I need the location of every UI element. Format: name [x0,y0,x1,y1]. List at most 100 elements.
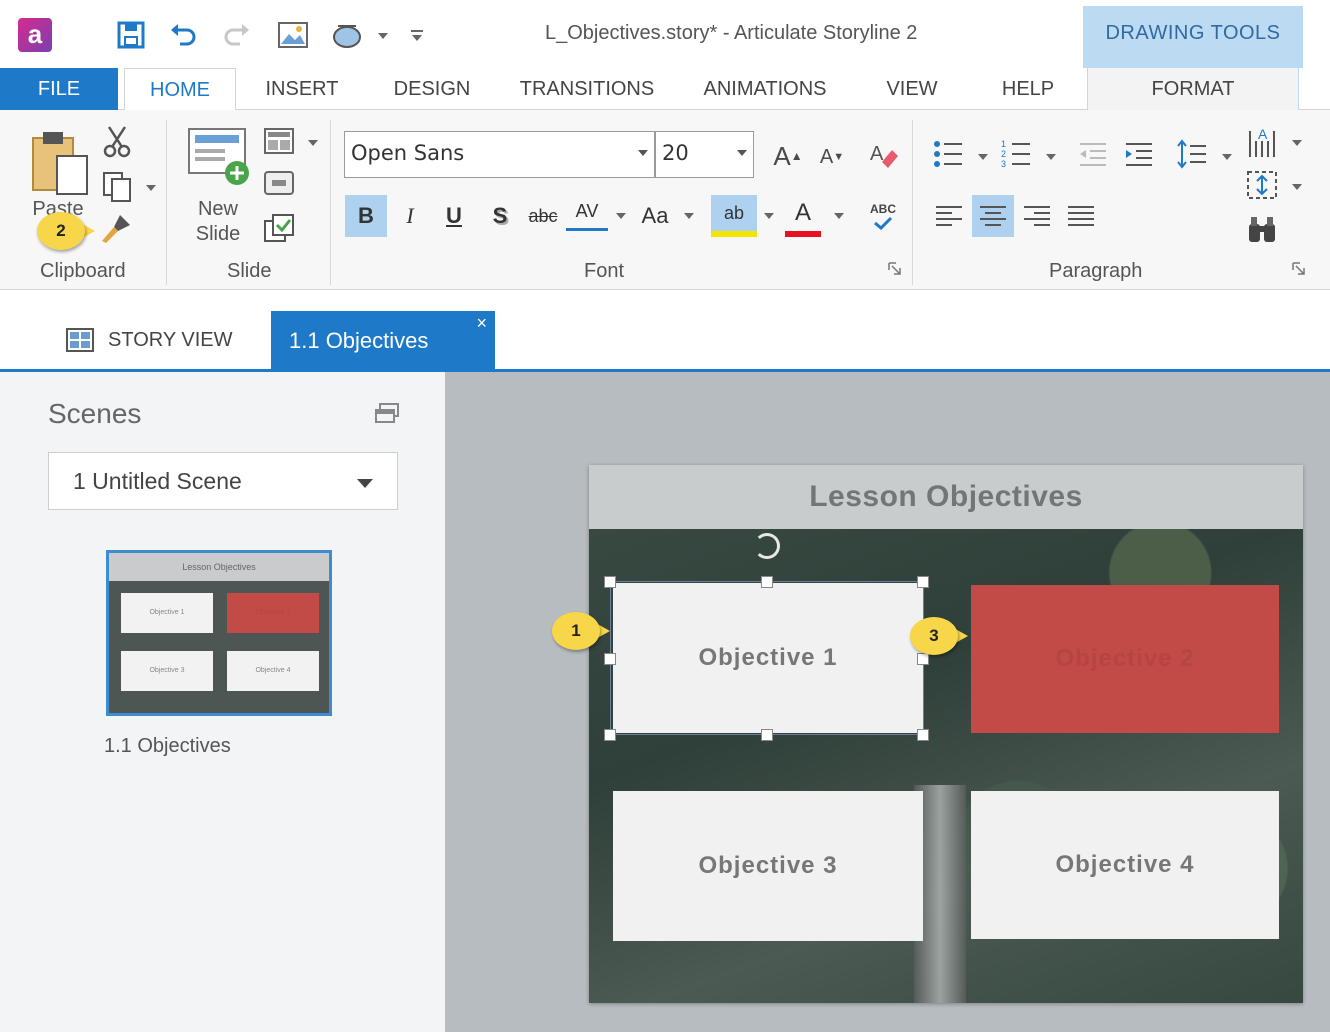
insert-picture-icon[interactable] [276,18,310,52]
new-slide-icon[interactable] [186,126,252,188]
customize-quick-access-icon[interactable] [400,18,434,52]
duplicate-slide-icon[interactable] [262,212,296,244]
tab-format[interactable]: FORMAT [1087,68,1299,110]
find-icon[interactable] [1244,212,1280,246]
change-case-button[interactable]: Aa [634,195,676,237]
resize-handle[interactable] [761,576,773,588]
resize-handle[interactable] [604,576,616,588]
cut-icon[interactable] [98,124,136,160]
line-spacing-dropdown-icon[interactable] [1222,154,1232,160]
new-slide-label-line2[interactable]: Slide [186,221,250,247]
close-tab-icon[interactable]: × [476,313,487,334]
tab-slide-objectives[interactable]: 1.1 Objectives × [271,311,495,372]
title-bar: a L_Objectives.story* - Articulate Story… [0,0,1330,68]
callout-2-number: 2 [37,212,85,250]
font-dialog-launcher-icon[interactable] [886,260,904,278]
resize-handle[interactable] [761,729,773,741]
paragraph-group-label: Paragraph [1049,260,1143,282]
tab-design[interactable]: DESIGN [378,68,486,110]
increase-indent-icon[interactable] [1120,136,1156,172]
preview-icon[interactable] [330,18,364,52]
resize-handle[interactable] [917,729,929,741]
scene-select[interactable]: 1 Untitled Scene [48,452,398,510]
font-family-select[interactable]: Open Sans [344,131,655,178]
layout-icon[interactable] [262,126,296,156]
decrease-indent-icon[interactable] [1074,136,1110,172]
tab-transitions[interactable]: TRANSITIONS [508,68,666,110]
save-icon[interactable] [114,18,148,52]
align-text-dropdown-icon[interactable] [1292,184,1302,190]
resize-handle[interactable] [604,653,616,665]
paste-icon[interactable] [28,124,92,202]
restore-panel-icon[interactable] [374,402,400,424]
bullets-icon[interactable] [930,136,966,172]
objective-4-button[interactable]: Objective 4 [971,791,1279,939]
layout-dropdown-icon[interactable] [308,140,318,146]
align-center-button[interactable] [972,195,1014,237]
font-family-value: Open Sans [351,141,465,165]
tab-insert[interactable]: INSERT [248,68,356,110]
copy-icon[interactable] [98,168,136,204]
thumbnail-caption: 1.1 Objectives [104,735,231,757]
change-case-dropdown-icon[interactable] [684,213,694,219]
thumbnail-objective-2: Objective 2 [227,593,319,633]
format-painter-icon[interactable] [96,210,136,246]
bold-button[interactable]: B [345,195,387,237]
tab-file[interactable]: FILE [0,68,118,110]
underline-button[interactable]: U [433,195,475,237]
paragraph-dialog-launcher-icon[interactable] [1290,260,1308,278]
slide-tab-label: 1.1 Objectives [289,328,429,353]
preview-dropdown-icon[interactable] [378,33,388,39]
text-shadow-button[interactable]: S [479,195,521,237]
redo-icon[interactable] [220,18,254,52]
story-view-label: STORY VIEW [108,328,233,351]
tab-view[interactable]: VIEW [868,68,956,110]
undo-icon[interactable] [166,18,200,52]
slide-thumbnail[interactable]: Lesson Objectives Objective 1 Objective … [106,550,332,716]
objective-3-button[interactable]: Objective 3 [613,791,923,941]
line-spacing-icon[interactable] [1174,136,1210,172]
ribbon-separator [912,120,913,285]
bullets-dropdown-icon[interactable] [978,154,988,160]
thumbnail-title: Lesson Objectives [109,553,329,581]
text-direction-dropdown-icon[interactable] [1292,140,1302,146]
selection-outline [610,581,924,735]
italic-button[interactable]: I [389,195,431,237]
slide-master-icon[interactable] [262,168,296,198]
highlight-color-button[interactable]: ab [711,195,757,237]
numbering-dropdown-icon[interactable] [1046,154,1056,160]
new-slide-label-line1[interactable]: New [186,196,250,222]
copy-dropdown-icon[interactable] [146,185,156,191]
slide-stage[interactable]: Lesson Objectives Objective 1 Objective … [589,465,1303,1003]
align-left-button[interactable] [928,195,970,237]
spell-check-button[interactable]: ABC [862,195,904,237]
grow-font-icon[interactable]: A ▲ [772,138,804,174]
align-right-button[interactable] [1016,195,1058,237]
slide-title[interactable]: Lesson Objectives [589,465,1303,529]
font-size-select[interactable]: 20 [655,131,754,178]
text-direction-icon[interactable]: A [1244,124,1280,160]
font-color-dropdown-icon[interactable] [834,213,844,219]
character-spacing-button[interactable]: AV [566,195,608,231]
font-color-button[interactable]: A [785,195,821,237]
highlight-dropdown-icon[interactable] [764,213,774,219]
resize-handle[interactable] [917,576,929,588]
character-spacing-dropdown-icon[interactable] [616,213,626,219]
svg-text:2: 2 [1001,149,1006,159]
svg-text:3: 3 [1001,159,1006,169]
callout-3-number: 3 [910,617,958,655]
clear-formatting-icon[interactable]: A [866,138,902,174]
rotate-handle-icon[interactable] [754,533,780,559]
strikethrough-button[interactable]: abc [522,195,564,237]
tab-animations[interactable]: ANIMATIONS [688,68,842,110]
tab-home[interactable]: HOME [124,68,236,111]
tab-story-view[interactable]: STORY VIEW [66,324,232,356]
numbering-icon[interactable]: 123 [998,136,1034,172]
thumbnail-objective-1: Objective 1 [121,593,213,633]
objective-2-button[interactable]: Objective 2 [971,585,1279,733]
align-text-icon[interactable] [1244,168,1280,202]
shrink-font-icon[interactable]: A ▼ [816,140,848,174]
tab-help[interactable]: HELP [984,68,1072,110]
justify-button[interactable] [1060,195,1102,237]
resize-handle[interactable] [604,729,616,741]
